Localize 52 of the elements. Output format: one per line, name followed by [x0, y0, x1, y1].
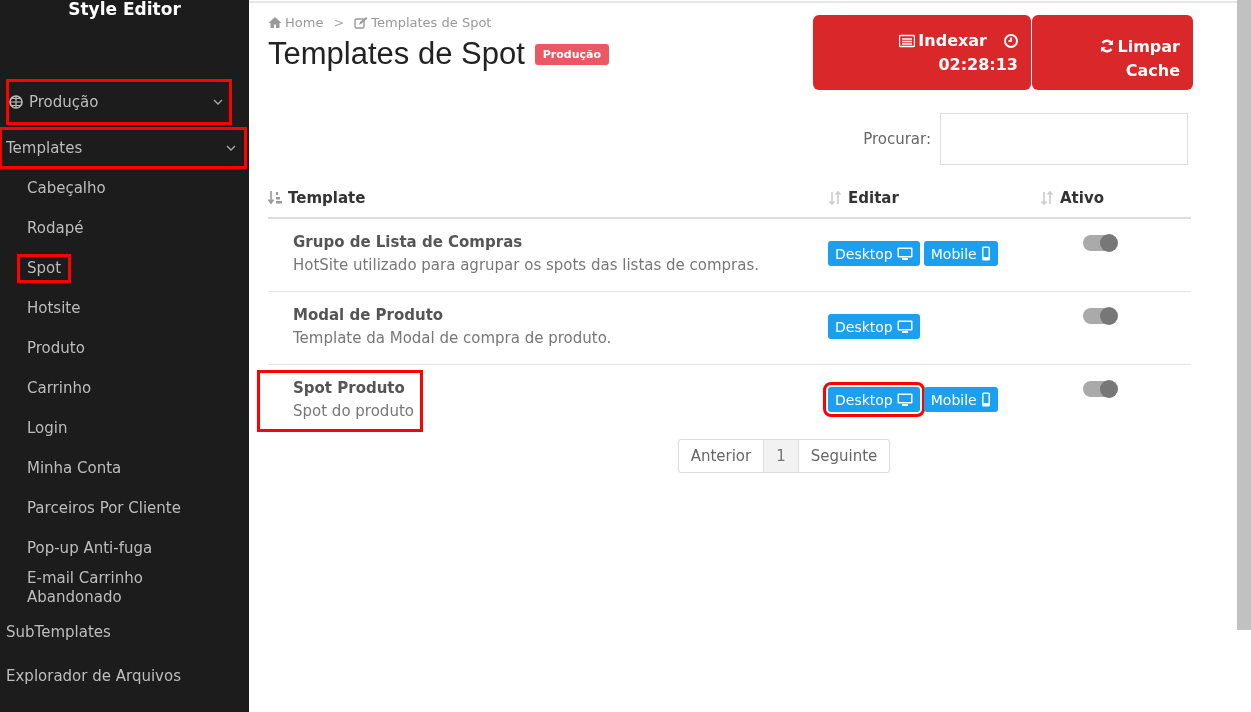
monitor-icon: [896, 320, 913, 333]
page-title: Templates de Spot: [268, 36, 525, 72]
sidebar-subitem[interactable]: Pop-up Anti-fuga: [18, 534, 162, 562]
search-field[interactable]: [940, 113, 1188, 165]
globe-icon: [9, 95, 23, 109]
pagination-button[interactable]: Anterior: [677, 439, 765, 473]
column-header[interactable]: Editar: [828, 181, 1040, 218]
toggle-switch[interactable]: [1083, 235, 1117, 251]
index-button[interactable]: Indexar 02:28:13: [813, 15, 1031, 90]
sidebar-subitem[interactable]: Hotsite: [18, 294, 90, 322]
template-description: Spot do produto: [293, 401, 414, 422]
monitor-icon: [896, 247, 913, 260]
app-title: Style Editor: [67, 0, 182, 21]
sidebar-subitem[interactable]: Spot: [18, 254, 71, 282]
sidebar-subitem[interactable]: Login: [18, 414, 77, 442]
phone-icon: [980, 392, 991, 407]
sidebar-subitem[interactable]: E-mail Carrinho Abandonado: [18, 565, 249, 611]
sidebar-subitem[interactable]: Minha Conta: [18, 454, 131, 482]
sidebar-item[interactable]: Templates: [0, 128, 246, 168]
edit-icon: [354, 16, 369, 29]
column-header[interactable]: Ativo: [1040, 181, 1191, 218]
toggle-switch[interactable]: [1083, 381, 1117, 397]
search-label: Procurar:: [863, 130, 931, 148]
template-description: Template da Modal de compra de produto.: [293, 328, 612, 349]
sidebar-subitem[interactable]: Carrinho: [18, 374, 101, 402]
phone-icon: [980, 246, 991, 261]
template-name: Spot Produto: [293, 378, 406, 399]
chevron-down-icon: [226, 145, 236, 151]
template-name: Modal de Produto: [293, 305, 445, 326]
chevron-down-icon: [213, 99, 223, 105]
environment-badge: Produção: [534, 43, 609, 65]
template-description: HotSite utilizado para agrupar os spots das listas de compras.: [293, 255, 760, 276]
scrollbar[interactable]: [1237, 0, 1251, 630]
template-name: Grupo de Lista de Compras: [293, 232, 524, 253]
sidebar-subitem[interactable]: Rodapé: [18, 214, 93, 242]
column-header[interactable]: Template: [268, 181, 828, 218]
breadcrumb-separator: >: [333, 15, 345, 30]
environment-selector[interactable]: Produção: [7, 80, 231, 124]
sidebar-item[interactable]: SubTemplates: [0, 612, 246, 652]
monitor-icon: [896, 393, 913, 406]
sidebar-item[interactable]: Explorador de Arquivos: [0, 656, 246, 696]
clock-icon: [1004, 33, 1018, 48]
refresh-icon: [1099, 38, 1114, 53]
sidebar-subitem[interactable]: Produto: [18, 334, 94, 362]
clear-cache-button[interactable]: Limpar Cache: [1032, 15, 1193, 90]
list-icon: [899, 33, 916, 48]
toggle-switch[interactable]: [1083, 308, 1117, 324]
sidebar-subitem[interactable]: Cabeçalho: [18, 174, 115, 202]
home-icon: [268, 16, 282, 29]
pagination-button[interactable]: Seguinte: [797, 439, 891, 473]
pagination-button[interactable]: 1: [763, 439, 799, 473]
sidebar-subitem[interactable]: Parceiros Por Cliente: [18, 494, 190, 522]
